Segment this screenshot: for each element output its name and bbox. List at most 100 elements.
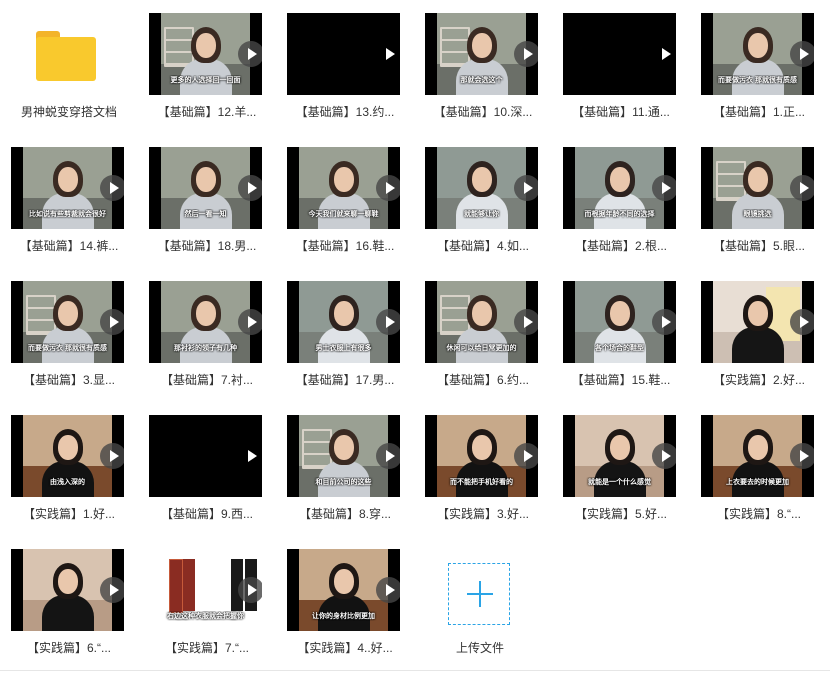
play-icon[interactable] xyxy=(376,577,400,603)
play-icon[interactable] xyxy=(514,309,538,335)
video-file-label: 【基础篇】14.裤... xyxy=(19,239,119,253)
video-file-label: 【基础篇】11.通... xyxy=(572,105,670,119)
video-thumbnail[interactable]: 而要做污衣 那就很有质感 xyxy=(701,13,814,95)
video-file-item[interactable]: 【基础篇】11.通... xyxy=(552,13,690,143)
play-icon[interactable] xyxy=(100,443,124,469)
video-thumbnail[interactable]: 而要做污衣 那就很有质感 xyxy=(11,281,124,363)
play-icon[interactable] xyxy=(376,443,400,469)
video-file-item[interactable]: 由浅入深的【实践篇】1.好... xyxy=(0,415,138,545)
video-file-item[interactable]: 而根据年龄不同的选择【基础篇】2.根... xyxy=(552,147,690,277)
video-file-label: 【实践篇】1.好... xyxy=(22,507,115,521)
play-icon[interactable] xyxy=(652,41,676,67)
video-file-item[interactable]: 而要做污衣 那就很有质感 【基础篇】1.正... xyxy=(690,13,828,143)
play-icon[interactable] xyxy=(238,309,262,335)
video-thumbnail[interactable]: 就能是一个什么感觉 xyxy=(563,415,676,497)
video-caption: 和目前公司的这些 xyxy=(315,479,372,486)
video-file-item[interactable]: 【基础篇】9.西... xyxy=(138,415,276,545)
video-thumbnail[interactable] xyxy=(11,549,124,631)
video-file-item[interactable]: 今天我们就来聊一聊鞋 【基础篇】16.鞋... xyxy=(276,147,414,277)
play-icon[interactable] xyxy=(514,443,538,469)
play-icon[interactable] xyxy=(100,577,124,603)
video-file-item[interactable]: 比如说有些剪裁就会很好【基础篇】14.裤... xyxy=(0,147,138,277)
play-icon[interactable] xyxy=(376,41,400,67)
divider xyxy=(0,670,830,671)
video-thumbnail[interactable]: 就能够让你 xyxy=(425,147,538,229)
video-file-item[interactable]: 休闲可以给日常更加的【基础篇】6.约... xyxy=(414,281,552,411)
play-icon[interactable] xyxy=(652,175,676,201)
video-thumbnail[interactable] xyxy=(701,281,814,363)
video-thumbnail[interactable]: 休闲可以给日常更加的 xyxy=(425,281,538,363)
play-icon[interactable] xyxy=(652,443,676,469)
play-icon[interactable] xyxy=(376,309,400,335)
video-thumbnail[interactable]: 眼镜挑选 xyxy=(701,147,814,229)
video-thumbnail[interactable]: 让你的身材比例更加 xyxy=(287,549,400,631)
video-thumbnail[interactable] xyxy=(563,13,676,95)
play-icon[interactable] xyxy=(100,309,124,335)
video-caption: 今天我们就来聊一聊鞋 xyxy=(308,211,379,218)
video-caption: 比如说有些剪裁就会很好 xyxy=(29,211,106,218)
play-icon[interactable] xyxy=(238,41,262,67)
video-thumbnail[interactable]: 右边这种衣服就会把握你 xyxy=(149,549,262,631)
play-icon[interactable] xyxy=(514,175,538,201)
video-file-label: 【实践篇】7.“... xyxy=(164,641,249,655)
video-thumbnail[interactable] xyxy=(149,415,262,497)
video-thumbnail[interactable]: 然后一看一知 xyxy=(149,147,262,229)
play-icon[interactable] xyxy=(376,175,400,201)
video-file-item[interactable]: 那衬衫的领子有几种 【基础篇】7.衬... xyxy=(138,281,276,411)
video-file-item[interactable]: 让你的身材比例更加 【实践篇】4..好... xyxy=(276,549,414,679)
video-file-item[interactable]: 就能够让你【基础篇】4.如... xyxy=(414,147,552,277)
video-file-item[interactable]: 然后一看一知 【基础篇】18.男... xyxy=(138,147,276,277)
video-caption: 那就会选这个 xyxy=(460,77,503,84)
play-icon[interactable] xyxy=(100,175,124,201)
play-icon[interactable] xyxy=(238,175,262,201)
video-thumbnail[interactable]: 比如说有些剪裁就会很好 xyxy=(11,147,124,229)
video-file-item[interactable]: 男士衣服上有很多 【基础篇】17.男... xyxy=(276,281,414,411)
video-file-label: 【基础篇】3.显... xyxy=(22,373,115,387)
folder-label: 男神蜕变穿搭文档 xyxy=(20,105,117,119)
video-file-item[interactable]: 【实践篇】6.“... xyxy=(0,549,138,679)
video-file-label: 【基础篇】6.约... xyxy=(436,373,529,387)
video-thumbnail[interactable]: 而不能把手机好看的 xyxy=(425,415,538,497)
play-icon[interactable] xyxy=(790,309,814,335)
play-icon[interactable] xyxy=(238,577,262,603)
play-icon[interactable] xyxy=(652,309,676,335)
video-thumbnail[interactable]: 更多的人选择回一回面 xyxy=(149,13,262,95)
video-file-item[interactable]: 和目前公司的这些【基础篇】8.穿... xyxy=(276,415,414,545)
video-file-item[interactable]: 上衣要去的时候更加【实践篇】8.“... xyxy=(690,415,828,545)
video-thumbnail[interactable]: 今天我们就来聊一聊鞋 xyxy=(287,147,400,229)
folder-item[interactable]: 男神蜕变穿搭文档 xyxy=(0,13,138,143)
video-thumbnail[interactable]: 各个场合的鞋型 xyxy=(563,281,676,363)
video-file-item[interactable]: 就能是一个什么感觉 【实践篇】5.好... xyxy=(552,415,690,545)
video-file-item[interactable]: 【基础篇】13.约... xyxy=(276,13,414,143)
video-thumbnail[interactable] xyxy=(287,13,400,95)
upload-button[interactable] xyxy=(448,563,510,625)
play-icon[interactable] xyxy=(790,175,814,201)
play-icon[interactable] xyxy=(790,443,814,469)
video-file-label: 【基础篇】8.穿... xyxy=(298,507,391,521)
play-icon[interactable] xyxy=(238,443,262,469)
video-file-item[interactable]: 右边这种衣服就会把握你【实践篇】7.“... xyxy=(138,549,276,679)
video-file-label: 【实践篇】2.好... xyxy=(712,373,805,387)
video-file-label: 【实践篇】3.好... xyxy=(436,507,529,521)
video-file-item[interactable]: 更多的人选择回一回面 【基础篇】12.羊... xyxy=(138,13,276,143)
video-file-item[interactable]: 而不能把手机好看的【实践篇】3.好... xyxy=(414,415,552,545)
video-thumbnail[interactable]: 而根据年龄不同的选择 xyxy=(563,147,676,229)
video-file-item[interactable]: 【实践篇】2.好... xyxy=(690,281,828,411)
video-file-item[interactable]: 眼镜挑选【基础篇】5.眼... xyxy=(690,147,828,277)
video-file-label: 【基础篇】4.如... xyxy=(436,239,529,253)
video-file-label: 【实践篇】8.“... xyxy=(716,507,801,521)
video-file-label: 【基础篇】5.眼... xyxy=(712,239,805,253)
video-thumbnail[interactable]: 那就会选这个 xyxy=(425,13,538,95)
play-icon[interactable] xyxy=(790,41,814,67)
video-thumbnail[interactable]: 那衬衫的领子有几种 xyxy=(149,281,262,363)
video-thumbnail[interactable]: 由浅入深的 xyxy=(11,415,124,497)
video-file-item[interactable]: 各个场合的鞋型 【基础篇】15.鞋... xyxy=(552,281,690,411)
video-thumbnail[interactable]: 男士衣服上有很多 xyxy=(287,281,400,363)
video-caption: 男士衣服上有很多 xyxy=(315,345,372,352)
video-thumbnail[interactable]: 和目前公司的这些 xyxy=(287,415,400,497)
video-file-item[interactable]: 而要做污衣 那就很有质感【基础篇】3.显... xyxy=(0,281,138,411)
play-icon[interactable] xyxy=(514,41,538,67)
video-file-label: 【基础篇】2.根... xyxy=(574,239,667,253)
video-thumbnail[interactable]: 上衣要去的时候更加 xyxy=(701,415,814,497)
video-file-item[interactable]: 那就会选这个 【基础篇】10.深... xyxy=(414,13,552,143)
